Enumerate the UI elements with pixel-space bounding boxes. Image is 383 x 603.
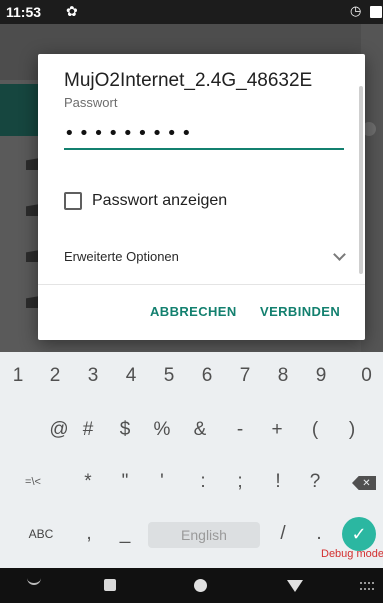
key[interactable]: 5: [150, 356, 188, 396]
key[interactable]: :: [184, 462, 222, 502]
nav-hide-keyboard-icon[interactable]: [27, 578, 41, 585]
soft-keyboard: 1 2 3 4 5 6 7 8 9 0 @ # $ % & - + ( ) =\…: [0, 352, 383, 568]
status-bar: 11:53 ✿ ◷: [0, 0, 383, 24]
key[interactable]: 9: [302, 356, 340, 396]
key[interactable]: 6: [188, 356, 226, 396]
keyboard-symbol-row-2: =\< * " ' : ; ! ? ✕: [0, 462, 383, 502]
password-input[interactable]: [64, 118, 344, 150]
key[interactable]: +: [258, 410, 296, 450]
key[interactable]: 8: [264, 356, 302, 396]
back-icon[interactable]: [287, 580, 303, 592]
key[interactable]: &: [181, 410, 219, 450]
key[interactable]: %: [143, 410, 181, 450]
backspace-icon[interactable]: ✕: [352, 476, 376, 490]
recents-icon[interactable]: [104, 579, 116, 591]
cancel-button[interactable]: ABBRECHEN: [150, 304, 237, 319]
dialog-scrollbar[interactable]: [359, 86, 363, 274]
show-password-label: Passwort anzeigen: [92, 192, 228, 209]
key[interactable]: 2: [36, 356, 74, 396]
chevron-down-icon[interactable]: [333, 247, 346, 261]
key[interactable]: #: [69, 410, 107, 450]
key[interactable]: (: [296, 410, 334, 450]
show-password-toggle[interactable]: Passwort anzeigen: [64, 192, 227, 210]
key[interactable]: $: [106, 410, 144, 450]
navigation-bar: [0, 568, 383, 603]
key[interactable]: _: [106, 514, 144, 554]
key[interactable]: ;: [221, 462, 259, 502]
space-key[interactable]: English: [148, 522, 260, 548]
check-icon[interactable]: ✓: [342, 517, 376, 551]
abc-key[interactable]: ABC: [16, 514, 66, 554]
connect-button[interactable]: VERBINDEN: [260, 304, 340, 319]
key-more-symbols[interactable]: =\<: [14, 462, 52, 502]
key[interactable]: 3: [74, 356, 112, 396]
gear-icon: ✿: [66, 3, 78, 19]
dialog-title: MujO2Internet_2.4G_48632E: [64, 70, 313, 91]
alarm-icon: ◷: [350, 3, 362, 18]
key[interactable]: *: [69, 462, 107, 502]
dialog-divider: [38, 284, 365, 285]
debug-mode-label: Debug mode: [321, 548, 383, 560]
show-password-checkbox[interactable]: [64, 192, 82, 210]
key[interactable]: ): [333, 410, 371, 450]
key[interactable]: -: [221, 410, 259, 450]
keyboard-symbol-row-1: @ # $ % & - + ( ): [0, 410, 383, 450]
status-time: 11:53: [6, 4, 42, 20]
key[interactable]: ': [143, 462, 181, 502]
key[interactable]: !: [259, 462, 297, 502]
key[interactable]: /: [264, 514, 302, 554]
advanced-options-row[interactable]: Erweiterte Optionen: [64, 244, 348, 268]
key[interactable]: 0: [350, 356, 383, 396]
password-label: Passwort: [64, 95, 118, 110]
key[interactable]: 7: [226, 356, 264, 396]
wifi-connect-dialog: MujO2Internet_2.4G_48632E Passwort Passw…: [38, 54, 365, 340]
key[interactable]: ?: [296, 462, 334, 502]
keyboard-switch-icon[interactable]: [360, 582, 374, 590]
key[interactable]: ": [106, 462, 144, 502]
battery-icon: [370, 6, 382, 18]
key[interactable]: ,: [70, 514, 108, 554]
home-icon[interactable]: [194, 579, 207, 592]
key[interactable]: 1: [0, 356, 36, 396]
advanced-options-label: Erweiterte Optionen: [64, 248, 179, 264]
keyboard-number-row: 1 2 3 4 5 6 7 8 9 0: [0, 356, 383, 396]
key[interactable]: 4: [112, 356, 150, 396]
